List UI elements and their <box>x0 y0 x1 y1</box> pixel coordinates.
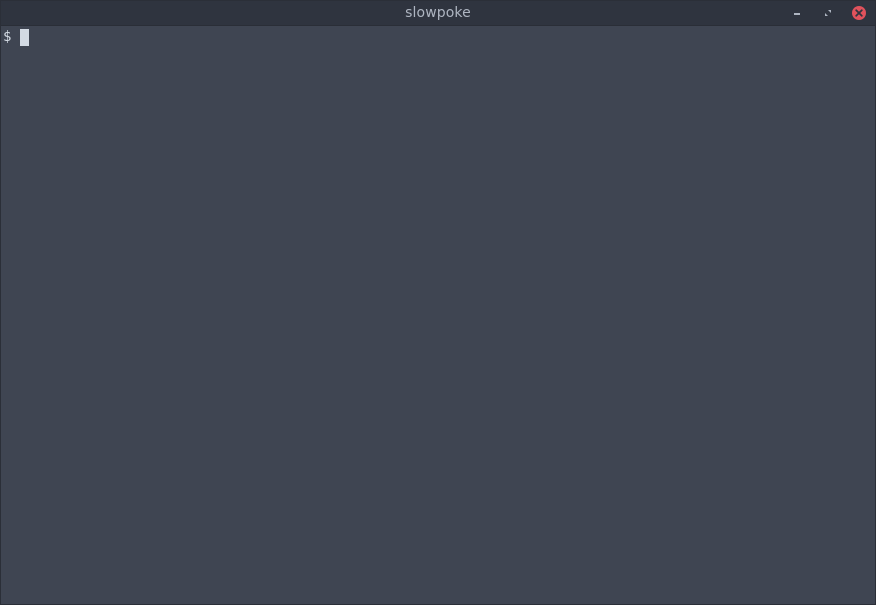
maximize-button[interactable] <box>820 5 836 21</box>
text-cursor <box>20 28 30 46</box>
prompt-line[interactable]: $ <box>3 28 30 46</box>
terminal-window: slowpoke $ <box>0 0 876 605</box>
close-button[interactable] <box>851 5 867 21</box>
terminal-area[interactable]: $ <box>1 26 875 604</box>
maximize-icon <box>825 10 831 16</box>
shell-prompt: $ <box>3 29 12 45</box>
window-title: slowpoke <box>405 5 471 21</box>
close-icon <box>852 6 866 20</box>
title-bar[interactable]: slowpoke <box>1 1 875 26</box>
minimize-icon <box>794 13 800 15</box>
minimize-button[interactable] <box>789 5 805 21</box>
